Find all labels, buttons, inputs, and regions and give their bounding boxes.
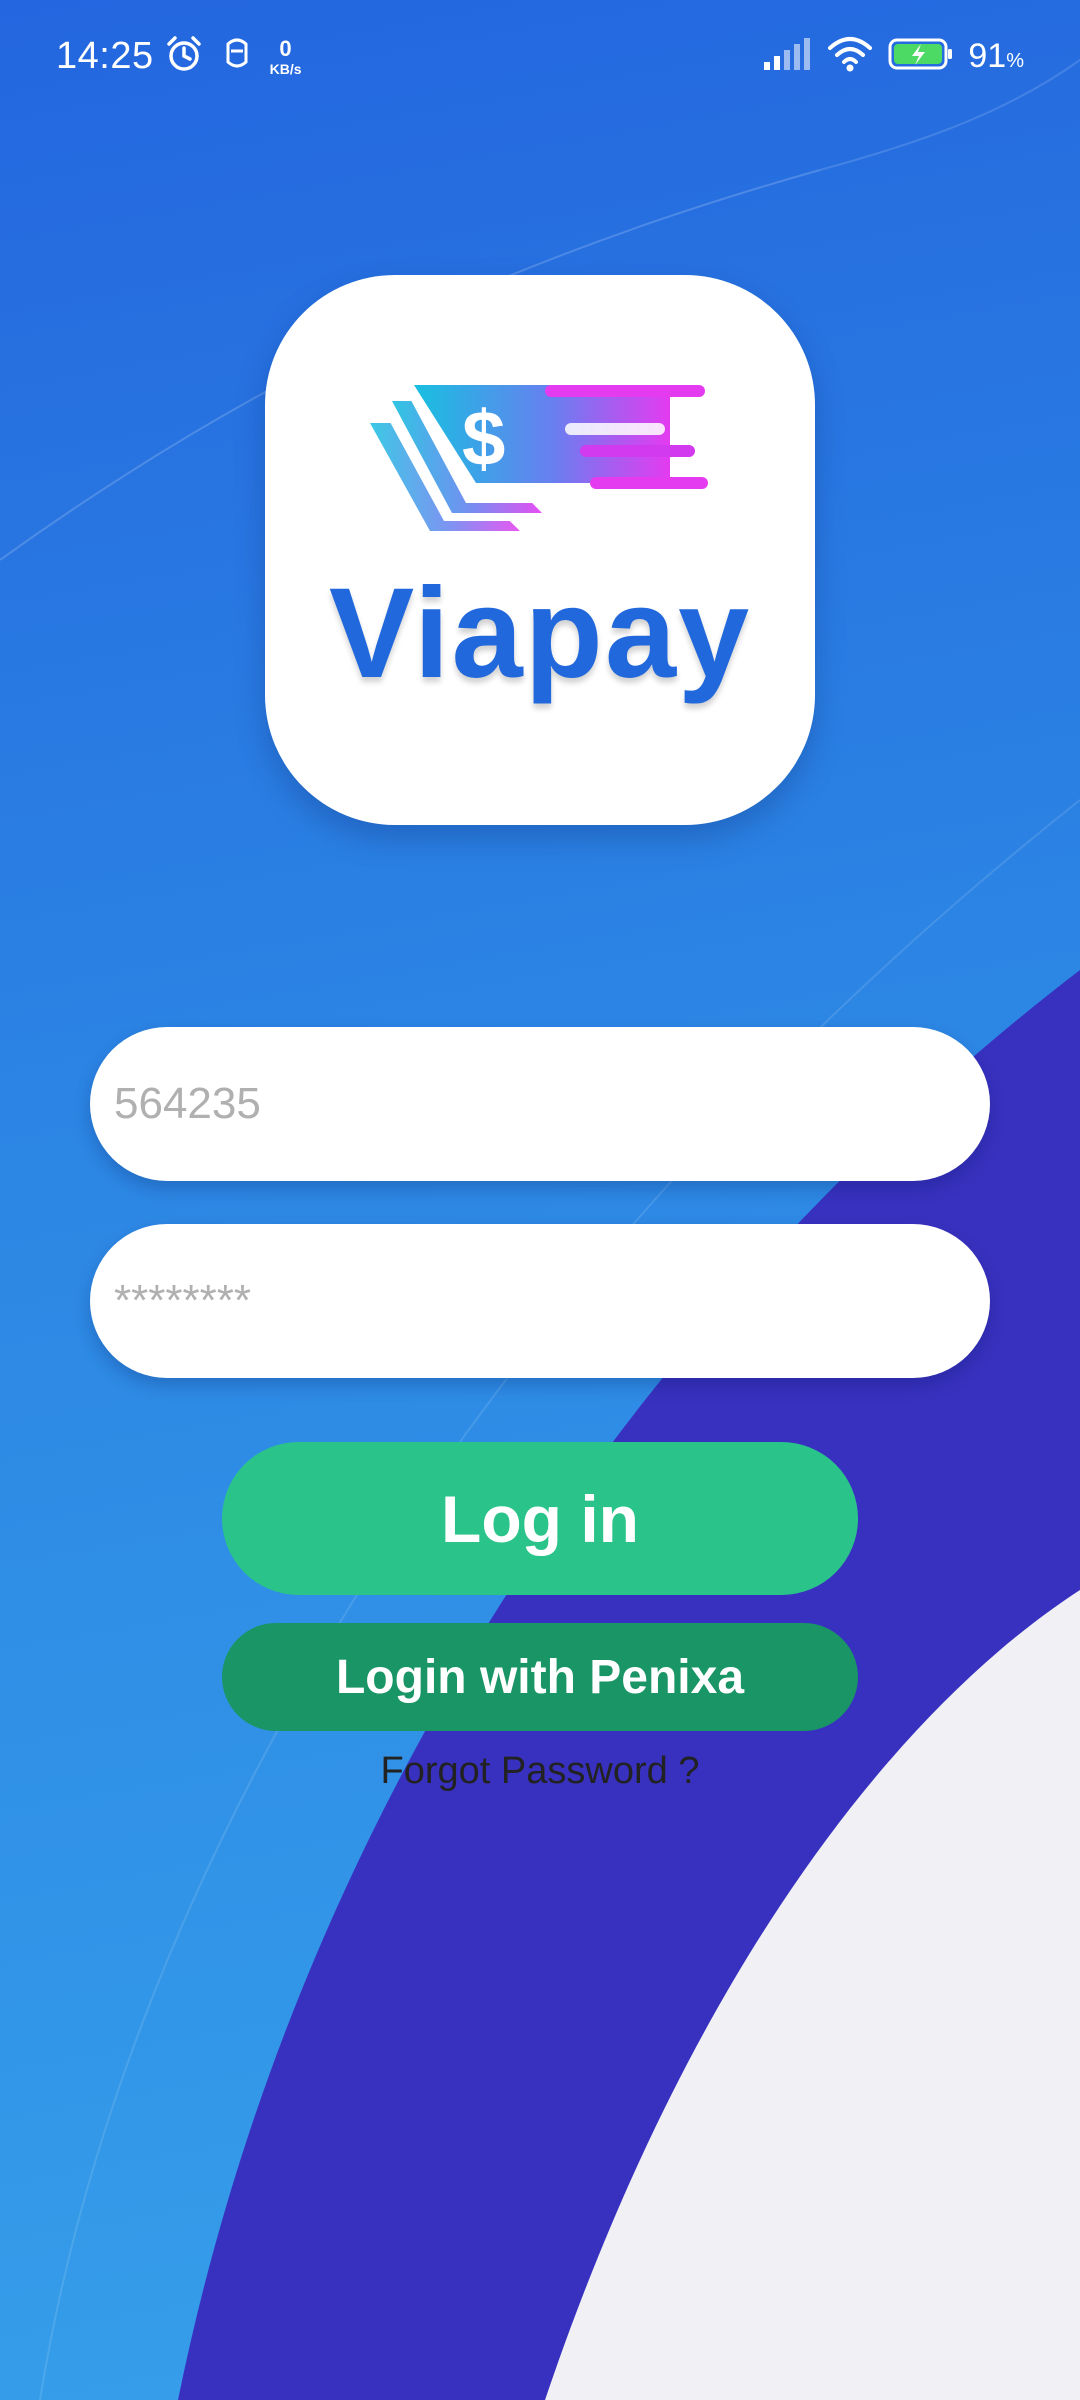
battery-percent-sign: % (1006, 50, 1024, 72)
network-speed-value: 0 (279, 35, 292, 61)
network-speed-unit: KB/s (269, 60, 302, 77)
signal-icon (762, 38, 812, 75)
dollar-sign: $ (462, 394, 505, 482)
username-input[interactable] (90, 1027, 990, 1181)
app-logo: $ Viapay (265, 275, 815, 825)
login-button[interactable]: Log in (222, 1442, 858, 1595)
money-logo-icon: $ (370, 385, 708, 531)
face-icon (222, 36, 252, 77)
battery-charging-icon (888, 38, 954, 75)
login-with-penixa-button[interactable]: Login with Penixa (222, 1623, 858, 1731)
alarm-icon (164, 34, 204, 79)
battery-percent-value: 91 (968, 37, 1007, 75)
forgot-password-link[interactable]: Forgot Password ? (0, 1750, 1080, 1793)
app-wordmark: Viapay (328, 562, 752, 705)
login-button-label: Log in (441, 1481, 639, 1556)
wifi-icon (826, 36, 874, 77)
network-speed: 0 KB/s (269, 35, 302, 77)
password-input[interactable] (90, 1224, 990, 1378)
status-time: 14:25 (56, 35, 154, 77)
status-bar: 14:25 0 KB/s 91% (0, 0, 1080, 116)
login-with-penixa-label: Login with Penixa (335, 1650, 745, 1704)
battery-percent: 91% (968, 37, 1024, 76)
